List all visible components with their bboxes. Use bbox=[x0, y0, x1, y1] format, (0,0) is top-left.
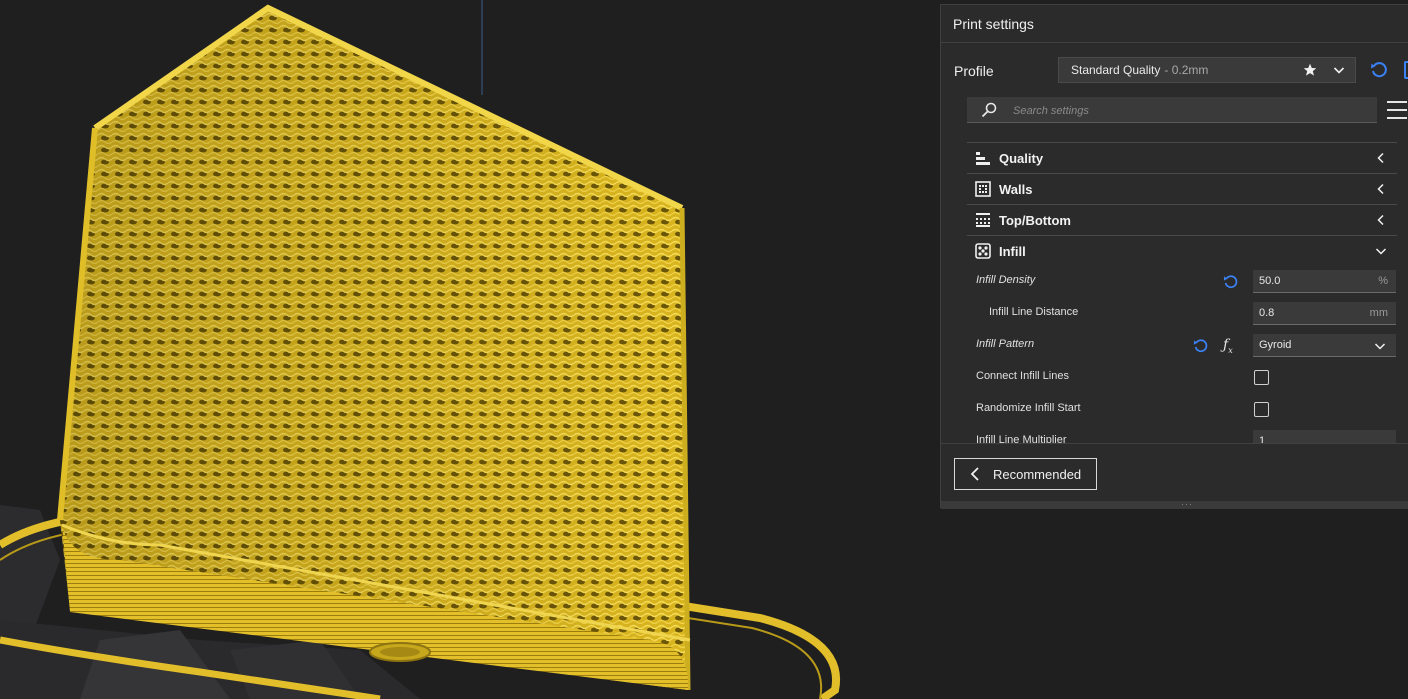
category-walls[interactable]: Walls bbox=[967, 173, 1397, 204]
chevron-left-icon bbox=[970, 467, 979, 481]
field-value: 0.8 bbox=[1259, 307, 1275, 319]
setting-randomize-infill-start: Randomize Infill Start bbox=[967, 394, 1397, 426]
panel-title: Print settings bbox=[953, 15, 1034, 32]
profile-row: Profile Standard Quality - 0.2mm bbox=[941, 57, 1408, 85]
infill-line-distance-input[interactable]: 0.8 mm bbox=[1253, 302, 1396, 325]
setting-infill-density: Infill Density 50.0 % bbox=[967, 266, 1397, 298]
reset-icon[interactable] bbox=[1223, 274, 1239, 290]
settings-visibility-menu-icon[interactable] bbox=[1387, 101, 1407, 119]
infill-density-input[interactable]: 50.0 % bbox=[1253, 270, 1396, 293]
category-label: Infill bbox=[999, 243, 1026, 259]
star-icon[interactable] bbox=[1303, 63, 1317, 77]
profile-detail: - 0.2mm bbox=[1164, 63, 1209, 77]
field-unit: % bbox=[1378, 275, 1388, 287]
setting-infill-pattern: Infill Pattern ƒx Gyroid bbox=[967, 330, 1397, 362]
setting-label: Randomize Infill Start bbox=[976, 402, 1081, 414]
chevron-down-icon bbox=[1375, 248, 1387, 255]
setting-label: Infill Pattern bbox=[976, 338, 1035, 350]
reset-profile-icon[interactable] bbox=[1370, 61, 1388, 79]
chevron-left-icon bbox=[1377, 152, 1384, 164]
quality-icon bbox=[976, 152, 990, 165]
infill-line-multiplier-input[interactable]: 1 bbox=[1253, 430, 1396, 444]
profile-dropdown[interactable]: Standard Quality - 0.2mm bbox=[1058, 57, 1356, 83]
panel-resize-handle[interactable]: ··· bbox=[941, 499, 1408, 509]
connect-infill-lines-checkbox[interactable] bbox=[1254, 370, 1269, 385]
setting-label: Infill Density bbox=[976, 274, 1036, 286]
category-infill[interactable]: Infill bbox=[967, 235, 1397, 266]
print-settings-panel: Print settings Profile Standard Quality … bbox=[940, 4, 1408, 509]
search-input[interactable] bbox=[1011, 97, 1365, 124]
panel-header: Print settings bbox=[941, 5, 1408, 43]
profile-label: Profile bbox=[954, 63, 994, 79]
recommended-label: Recommended bbox=[993, 466, 1082, 482]
recommended-button[interactable]: Recommended bbox=[954, 458, 1097, 490]
category-label: Walls bbox=[999, 181, 1033, 197]
setting-label: Connect Infill Lines bbox=[976, 370, 1069, 382]
search-icon bbox=[981, 102, 997, 118]
randomize-infill-start-checkbox[interactable] bbox=[1254, 402, 1269, 417]
infill-icon bbox=[975, 243, 991, 259]
field-value: 50.0 bbox=[1259, 275, 1281, 287]
top-bottom-icon bbox=[976, 213, 990, 227]
category-quality[interactable]: Quality bbox=[967, 142, 1397, 173]
field-unit: mm bbox=[1369, 307, 1388, 319]
category-label: Quality bbox=[999, 150, 1044, 166]
walls-icon bbox=[975, 181, 991, 197]
settings-list[interactable]: Quality Walls Top/Bottom Infill Infill D… bbox=[967, 142, 1397, 444]
chevron-left-icon bbox=[1377, 214, 1384, 226]
setting-label: Infill Line Distance bbox=[989, 306, 1079, 318]
category-top-bottom[interactable]: Top/Bottom bbox=[967, 204, 1397, 235]
function-icon[interactable]: ƒx bbox=[1223, 337, 1233, 355]
reset-icon[interactable] bbox=[1193, 338, 1209, 354]
chevron-left-icon bbox=[1377, 183, 1384, 195]
panel-footer: Recommended bbox=[941, 443, 1408, 502]
setting-infill-line-distance: Infill Line Distance 0.8 mm bbox=[967, 298, 1397, 330]
category-label: Top/Bottom bbox=[999, 212, 1071, 228]
chevron-down-icon bbox=[1333, 67, 1345, 74]
setting-connect-infill-lines: Connect Infill Lines bbox=[967, 362, 1397, 394]
infill-pattern-dropdown[interactable]: Gyroid bbox=[1253, 334, 1396, 357]
search-bar bbox=[967, 97, 1377, 124]
setting-infill-line-multiplier: Infill Line Multiplier 1 bbox=[967, 426, 1397, 444]
field-value: Gyroid bbox=[1259, 339, 1292, 351]
chevron-down-icon bbox=[1374, 343, 1386, 350]
profile-name: Standard Quality bbox=[1071, 63, 1161, 77]
save-profile-icon[interactable] bbox=[1404, 61, 1408, 79]
grip-icon: ··· bbox=[1181, 499, 1193, 509]
